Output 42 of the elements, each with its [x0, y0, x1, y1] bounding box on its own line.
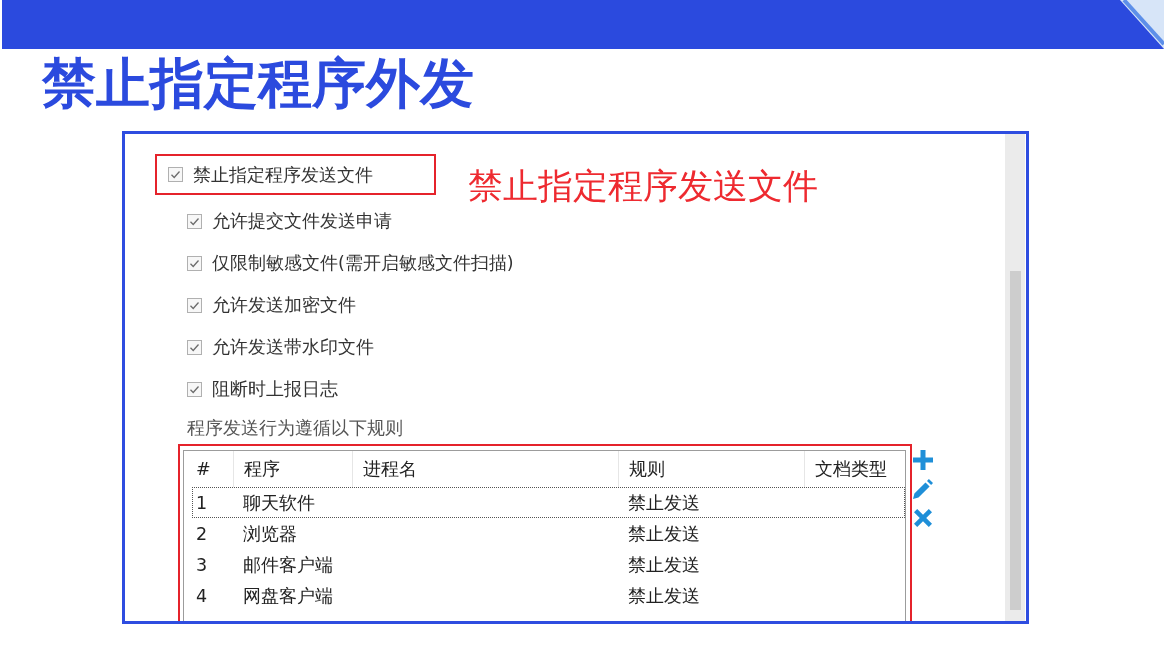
delete-icon[interactable]	[914, 509, 932, 527]
checkbox[interactable]	[187, 381, 202, 397]
column-header[interactable]: 文档类型	[804, 451, 905, 487]
page-fold-icon	[1120, 0, 1164, 49]
rules-caption: 程序发送行为遵循以下规则	[187, 419, 403, 437]
table-row[interactable]: 1 聊天软件 禁止发送	[192, 487, 905, 518]
pencil-icon[interactable]	[913, 479, 933, 499]
option-label: 允许提交文件发送申请	[212, 210, 392, 232]
column-header[interactable]: 进程名	[352, 451, 618, 487]
column-header[interactable]: 规则	[618, 451, 804, 487]
table-cell-text: 禁止发送	[627, 491, 701, 514]
checkbox[interactable]	[168, 167, 183, 182]
slide-title: 禁止指定程序外发	[42, 53, 474, 115]
table-cell-text: 4	[195, 584, 209, 607]
option-label: 禁止指定程序发送文件	[193, 163, 373, 186]
column-header[interactable]: 程序	[233, 451, 352, 487]
option-label: 仅限制敏感文件(需开启敏感文件扫描)	[212, 252, 514, 274]
checkbox[interactable]	[187, 339, 202, 355]
checkbox[interactable]	[187, 297, 202, 313]
scrollbar-track[interactable]	[1005, 134, 1025, 621]
option-label: 阻断时上报日志	[212, 378, 338, 400]
checkbox[interactable]	[187, 213, 202, 229]
table-cell-text: 2	[195, 522, 209, 545]
table-cell-text: 1	[195, 491, 209, 514]
option-label: 允许发送带水印文件	[212, 336, 374, 358]
table-row[interactable]: 4 网盘客户端 禁止发送	[192, 580, 905, 611]
add-icon[interactable]	[913, 450, 933, 470]
option-label: 允许发送加密文件	[212, 294, 356, 316]
table-cell-text: 网盘客户端	[242, 584, 334, 607]
table-cell-text: 禁止发送	[627, 553, 701, 576]
table-cell-text: 3	[195, 553, 209, 576]
table-cell-text: 邮件客户端	[242, 553, 334, 576]
annotation-text: 禁止指定程序发送文件	[468, 165, 818, 207]
table-cell-text: 聊天软件	[242, 491, 316, 514]
table-row[interactable]: 3 邮件客户端 禁止发送	[192, 549, 905, 580]
scrollbar-thumb[interactable]	[1009, 271, 1021, 610]
table-cell-text: 浏览器	[242, 522, 298, 545]
table-row[interactable]: 2 浏览器 禁止发送	[192, 518, 905, 549]
table-cell-text: 禁止发送	[627, 584, 701, 607]
column-header[interactable]: #	[184, 451, 233, 487]
checkbox[interactable]	[187, 255, 202, 271]
table-cell-text: 禁止发送	[627, 522, 701, 545]
